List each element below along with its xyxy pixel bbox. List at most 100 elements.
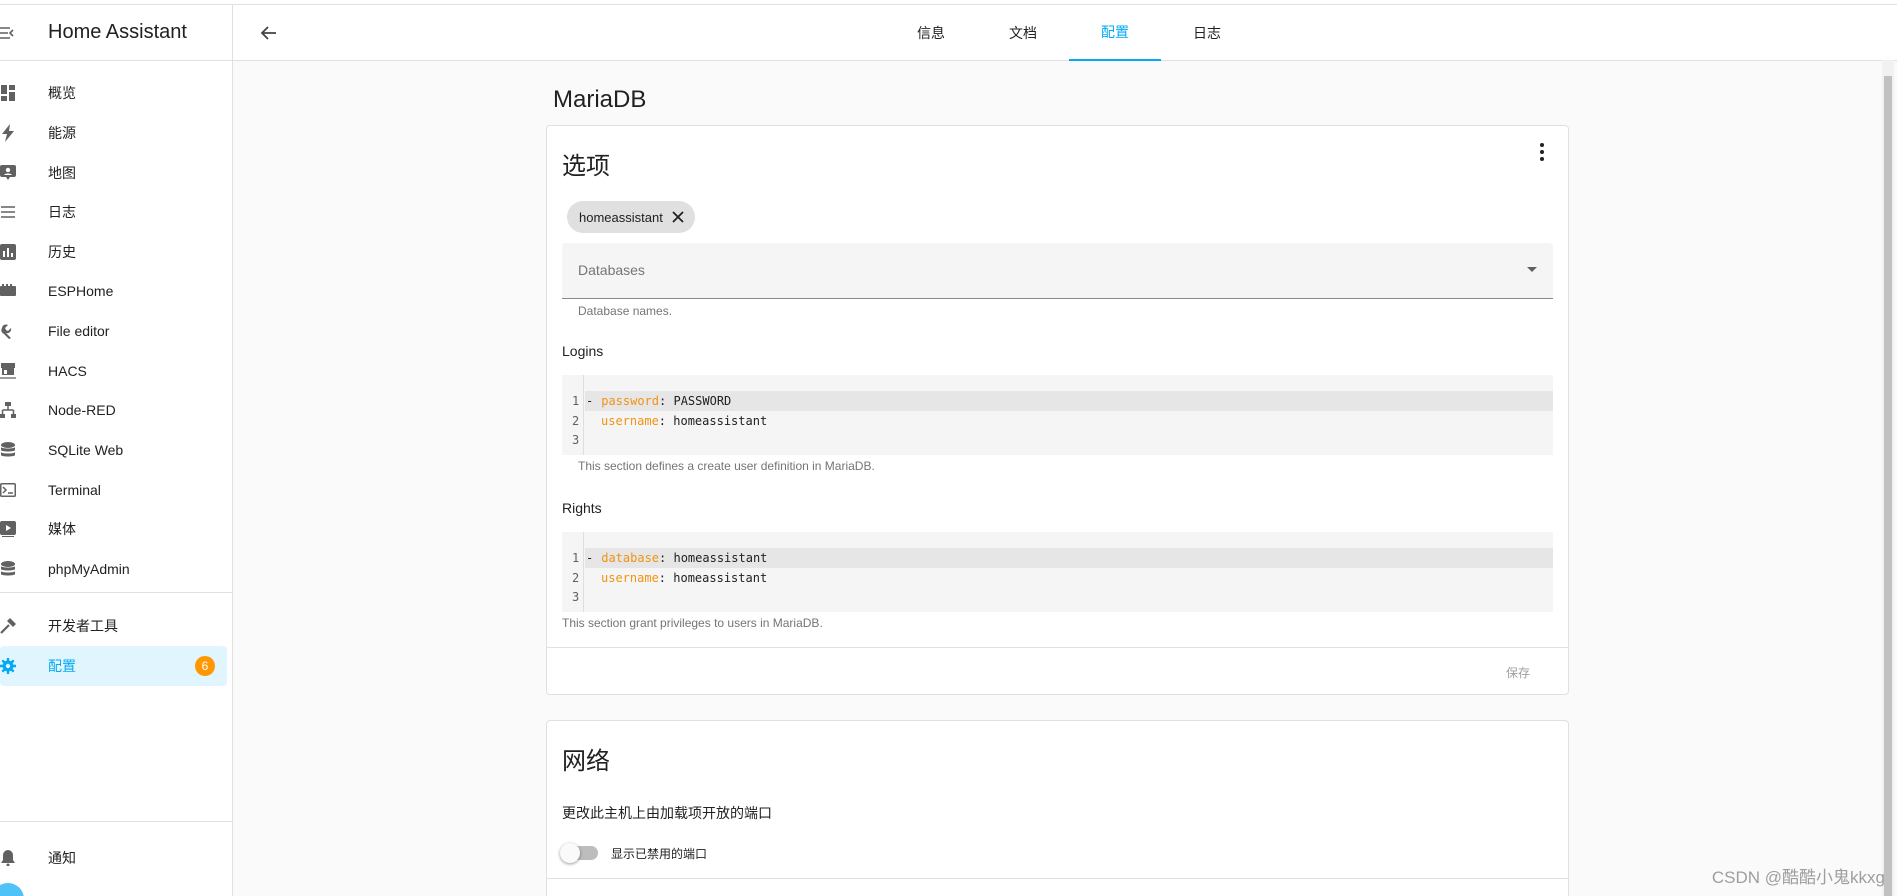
sidebar-item-overview[interactable]: 概览 [0,73,227,113]
logins-code-editor[interactable]: 1 2 3 - password: PASSWORD username: home… [562,375,1553,455]
sitemap-icon [0,400,16,420]
sidebar-item-sqlite-web[interactable]: SQLite Web [0,430,227,470]
databases-helper: Database names. [578,304,673,318]
sidebar-item-phpmyadmin[interactable]: phpMyAdmin [0,549,227,589]
show-disabled-ports-toggle[interactable] [560,843,598,863]
console-icon [0,480,16,500]
menu-collapse-icon[interactable] [0,5,40,61]
sidebar-divider [0,592,232,593]
database-icon [0,440,16,460]
tab-info[interactable]: 信息 [885,5,977,61]
line-number: 3 [572,433,580,447]
sidebar-item-label: Terminal [48,482,101,498]
hacs-icon [0,361,16,381]
sidebar-item-label: ESPHome [48,283,114,299]
network-description: 更改此主机上由加载项开放的端口 [562,805,772,821]
line-number: 2 [572,414,580,428]
databases-select[interactable]: Databases [562,243,1553,299]
sidebar-item-label: 日志 [48,204,76,220]
network-card: 网络 更改此主机上由加载项开放的端口 显示已禁用的端口 [546,720,1569,896]
sidebar-divider [0,821,232,822]
logins-label: Logins [562,343,604,359]
tab-documentation[interactable]: 文档 [977,5,1069,61]
sidebar-item-file-editor[interactable]: File editor [0,311,227,351]
yaml-value: PASSWORD [673,394,732,408]
save-button[interactable]: 保存 [1506,664,1530,681]
line-number: 1 [572,551,580,565]
line-number: 1 [572,394,580,408]
notification-badge: 6 [195,656,215,676]
sidebar-item-label: SQLite Web [48,442,124,458]
yaml-key: username [601,571,659,585]
dropdown-arrow-icon [1527,267,1537,272]
yaml-key: password [601,394,660,408]
sidebar-item-label: 通知 [48,850,76,866]
more-vert-icon[interactable] [1532,142,1552,162]
line-number: 2 [572,571,580,585]
rights-label: Rights [562,500,602,516]
card-actions: 保存 [547,647,1568,695]
rights-helper: This section grant privileges to users i… [562,616,823,630]
sidebar-item-developer-tools[interactable]: 开发者工具 [0,606,227,646]
sidebar-item-label: 地图 [48,165,76,181]
dashboard-icon [0,83,16,103]
chip-label: homeassistant [579,209,663,225]
sidebar-header: Home Assistant [0,5,232,61]
sidebar-item-esphome[interactable]: ESPHome [0,271,227,311]
sidebar-item-label: File editor [48,323,110,339]
logins-helper: This section defines a create user defin… [578,459,875,473]
tab-log[interactable]: 日志 [1161,5,1253,61]
yaml-key: database [601,551,660,565]
yaml-value: homeassistant [673,551,768,565]
yaml-value: homeassistant [673,571,768,585]
list-icon [0,202,16,222]
options-card: 选项 homeassistant Databases Database name… [546,125,1569,695]
sidebar-item-label: phpMyAdmin [48,561,130,577]
yaml-value: homeassistant [673,414,768,428]
sidebar-item-label: 配置 [48,658,76,674]
sidebar-item-label: 历史 [48,244,76,260]
database-chip[interactable]: homeassistant [567,201,695,233]
sidebar-item-media[interactable]: 媒体 [0,509,227,549]
databases-label: Databases [578,262,645,278]
card-divider [547,878,1568,879]
yaml-key: username [601,414,659,428]
scrollbar-thumb[interactable] [1884,76,1892,896]
sidebar-item-config[interactable]: 配置 6 [0,646,227,686]
watermark: CSDN @酷酷小鬼kkxg [1711,868,1885,887]
play-box-icon [0,519,16,539]
sidebar-item-label: 开发者工具 [48,618,118,634]
code-line: username: homeassistant [601,571,768,585]
top-app-bar: 信息 文档 配置 日志 [233,5,1897,61]
sidebar-item-logbook[interactable]: 日志 [0,192,227,232]
sidebar-item-terminal[interactable]: Terminal [0,470,227,510]
chip-icon [0,281,16,301]
bell-icon [0,848,16,868]
toggle-knob [560,843,580,863]
sidebar-item-history[interactable]: 历史 [0,232,227,272]
rights-code-editor[interactable]: 1 2 3 - database: homeassistant username:… [562,532,1553,612]
sidebar-item-hacs[interactable]: HACS [0,351,227,391]
code-line: - database: homeassistant [586,551,768,565]
card-title: 选项 [562,153,610,180]
gear-icon [0,656,16,676]
page-scrollbar[interactable] [1882,60,1894,896]
line-number: 3 [572,590,580,604]
sidebar: Home Assistant 概览 能源 地图 日志 历史 ESPHome Fi… [0,5,233,896]
map-person-icon [0,163,16,183]
page-title: MariaDB [553,86,647,113]
hammer-icon [0,616,16,636]
sidebar-item-label: 能源 [48,125,76,141]
back-arrow-icon[interactable] [257,21,281,45]
sidebar-item-map[interactable]: 地图 [0,153,227,193]
chart-bar-icon [0,242,16,262]
tab-configuration[interactable]: 配置 [1069,5,1161,61]
sidebar-item-notifications[interactable]: 通知 [0,838,227,878]
avatar[interactable] [0,883,24,896]
lightning-icon [0,123,16,143]
sidebar-item-energy[interactable]: 能源 [0,113,227,153]
close-icon[interactable] [671,210,685,224]
sidebar-item-node-red[interactable]: Node-RED [0,390,227,430]
app-title: Home Assistant [48,21,187,43]
sidebar-item-label: HACS [48,363,87,379]
